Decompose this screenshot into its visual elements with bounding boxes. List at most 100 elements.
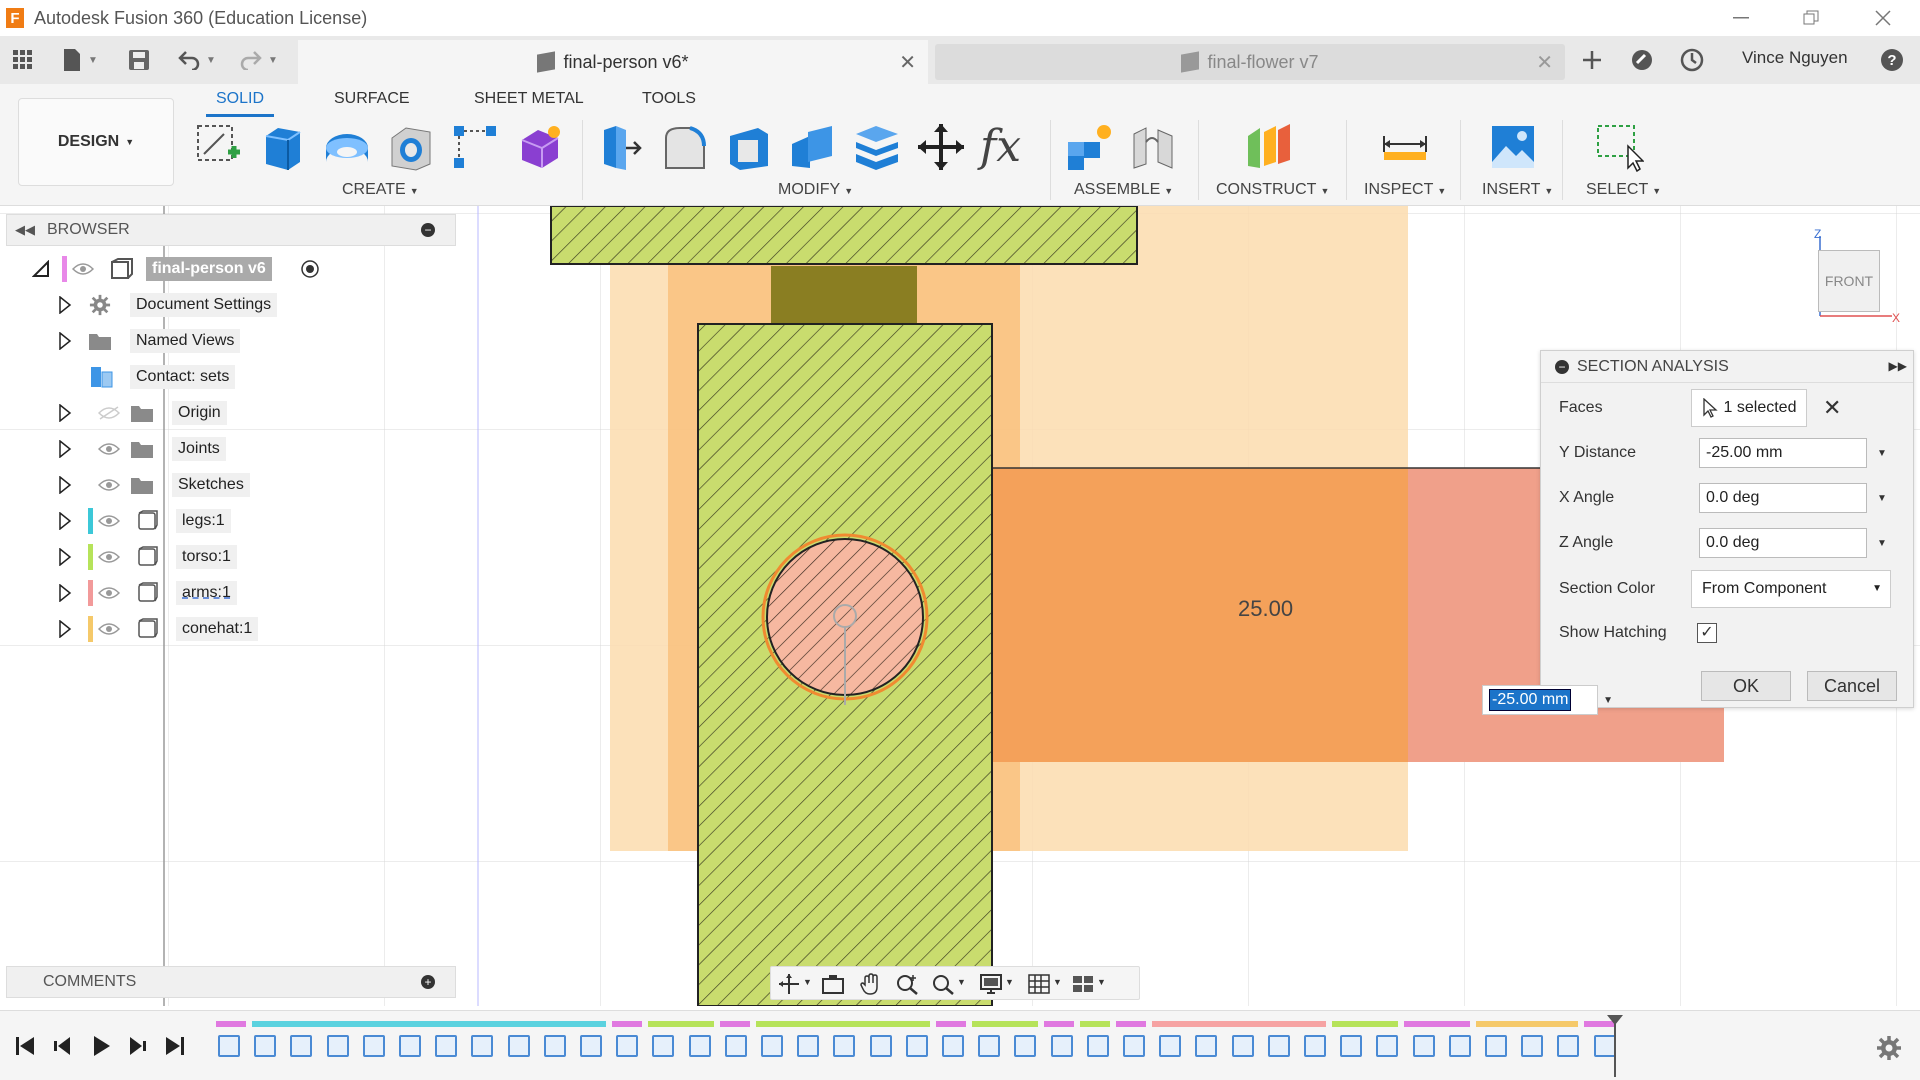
timeline-feature-icon[interactable] bbox=[1159, 1035, 1182, 1057]
tab-final-person[interactable]: final-person v6* ✕ bbox=[298, 40, 928, 84]
browser-header[interactable]: ◀◀ BROWSER − bbox=[6, 214, 456, 246]
timeline-feature-icon[interactable] bbox=[761, 1035, 783, 1057]
timeline-feature-icon[interactable] bbox=[362, 1035, 385, 1057]
section-color-select[interactable]: From Component ▼ bbox=[1691, 570, 1891, 608]
ok-button[interactable]: OK bbox=[1701, 671, 1791, 701]
y-distance-input[interactable]: -25.00 mm bbox=[1699, 438, 1867, 468]
cancel-button[interactable]: Cancel bbox=[1807, 671, 1897, 701]
grid-settings-icon[interactable] bbox=[1027, 973, 1051, 995]
timeline-feature-icon[interactable] bbox=[543, 1035, 566, 1057]
select-icon[interactable] bbox=[1594, 122, 1644, 172]
user-account[interactable]: Vince Nguyen bbox=[1742, 48, 1848, 68]
eye-icon[interactable] bbox=[98, 478, 120, 492]
timeline-feature-icon[interactable] bbox=[254, 1035, 277, 1057]
distance-input-popup[interactable]: -25.00 mm ▼ bbox=[1482, 685, 1613, 715]
pan-hand-icon[interactable] bbox=[859, 973, 883, 995]
eye-icon[interactable] bbox=[98, 586, 120, 600]
joint-icon[interactable] bbox=[1128, 122, 1178, 172]
tab-final-flower[interactable]: final-flower v7 ✕ bbox=[935, 44, 1565, 80]
timeline-feature-icon[interactable] bbox=[1304, 1035, 1326, 1057]
file-menu-button[interactable]: ▼ bbox=[62, 46, 98, 74]
timeline-feature-icon[interactable] bbox=[435, 1035, 458, 1057]
select-menu[interactable]: SELECT ▼ bbox=[1586, 181, 1661, 199]
timeline-feature-icon[interactable] bbox=[978, 1035, 1001, 1057]
timeline-feature-icon[interactable] bbox=[218, 1035, 240, 1057]
combine-icon[interactable] bbox=[788, 122, 838, 172]
timeline-feature-icon[interactable] bbox=[1123, 1035, 1145, 1057]
clear-selection-icon[interactable]: ✕ bbox=[1823, 395, 1841, 421]
create-menu[interactable]: CREATE ▼ bbox=[342, 181, 419, 199]
step-back-icon[interactable] bbox=[50, 1033, 76, 1059]
timeline-feature-icon[interactable] bbox=[1376, 1035, 1399, 1057]
minus-icon[interactable]: − bbox=[421, 223, 435, 237]
eye-icon[interactable] bbox=[98, 442, 120, 456]
browser-item-arms[interactable]: arms:1 bbox=[6, 578, 456, 608]
browser-item-origin[interactable]: Origin bbox=[6, 398, 456, 428]
viewports-icon[interactable] bbox=[1071, 973, 1095, 995]
chevron-down-icon[interactable]: ▼ bbox=[957, 977, 966, 987]
expand-triangle-icon[interactable] bbox=[58, 332, 72, 350]
distance-input-value[interactable]: -25.00 mm bbox=[1489, 689, 1572, 711]
eye-icon[interactable] bbox=[98, 550, 120, 564]
timeline-feature-icon[interactable] bbox=[1485, 1035, 1507, 1057]
timeline-feature-icon[interactable] bbox=[326, 1035, 349, 1057]
form-icon[interactable] bbox=[514, 122, 564, 172]
collapse-icon[interactable]: ◀◀ bbox=[15, 222, 35, 238]
activate-radio-icon[interactable] bbox=[300, 259, 320, 279]
timeline-feature-icon[interactable] bbox=[905, 1035, 928, 1057]
expand-triangle-icon[interactable] bbox=[58, 584, 72, 602]
go-to-start-icon[interactable] bbox=[12, 1033, 38, 1059]
insert-menu[interactable]: INSERT ▼ bbox=[1482, 181, 1553, 199]
collapse-dialog-icon[interactable]: − bbox=[1555, 359, 1569, 374]
chevron-down-icon[interactable]: ▼ bbox=[1603, 695, 1613, 706]
shell-icon[interactable] bbox=[724, 122, 774, 172]
hole-icon[interactable] bbox=[386, 122, 436, 172]
timeline-feature-icon[interactable] bbox=[652, 1035, 675, 1057]
timeline-feature-icon[interactable] bbox=[399, 1035, 421, 1057]
redo-button[interactable]: ▼ bbox=[240, 46, 278, 74]
dialog-header[interactable]: − SECTION ANALYSIS ▶▶ bbox=[1541, 351, 1913, 383]
new-tab-button[interactable] bbox=[1582, 46, 1602, 74]
eye-icon[interactable] bbox=[98, 622, 120, 636]
play-icon[interactable] bbox=[88, 1033, 114, 1059]
eye-hidden-icon[interactable] bbox=[98, 406, 120, 420]
chevron-down-icon[interactable]: ▼ bbox=[803, 977, 812, 987]
browser-item-joints[interactable]: Joints bbox=[6, 434, 456, 464]
expand-triangle-icon[interactable] bbox=[58, 548, 72, 566]
display-settings-icon[interactable] bbox=[979, 973, 1003, 995]
modify-menu[interactable]: MODIFY ▼ bbox=[778, 181, 853, 199]
browser-item-document-settings[interactable]: Document Settings bbox=[6, 290, 456, 320]
step-forward-icon[interactable] bbox=[124, 1033, 150, 1059]
expand-triangle-icon[interactable] bbox=[58, 440, 72, 458]
insert-image-icon[interactable] bbox=[1488, 122, 1538, 172]
expanded-triangle-icon[interactable] bbox=[32, 260, 50, 278]
press-pull-icon[interactable] bbox=[596, 122, 646, 172]
extrude-icon[interactable] bbox=[258, 122, 308, 172]
timeline-feature-icon[interactable] bbox=[688, 1035, 711, 1057]
parameters-button[interactable]: fx bbox=[980, 122, 1030, 172]
add-comment-icon[interactable]: + bbox=[421, 975, 435, 989]
undo-button[interactable]: ▼ bbox=[178, 46, 216, 74]
job-status-button[interactable] bbox=[1680, 46, 1704, 74]
expand-triangle-icon[interactable] bbox=[58, 296, 72, 314]
timeline-feature-icon[interactable] bbox=[869, 1035, 892, 1057]
expand-triangle-icon[interactable] bbox=[58, 404, 72, 422]
zoom-icon[interactable] bbox=[895, 973, 919, 995]
timeline-feature-icon[interactable] bbox=[797, 1035, 820, 1057]
arms-body[interactable] bbox=[992, 468, 1408, 762]
assemble-menu[interactable]: ASSEMBLE ▼ bbox=[1074, 181, 1173, 199]
extensions-button[interactable] bbox=[1630, 46, 1654, 74]
tab-tools[interactable]: TOOLS bbox=[642, 90, 696, 108]
orbit-icon[interactable] bbox=[777, 973, 801, 995]
chevron-down-icon[interactable]: ▼ bbox=[1877, 493, 1887, 504]
timeline-feature-icon[interactable] bbox=[1231, 1035, 1254, 1057]
timeline-feature-icon[interactable] bbox=[1593, 1035, 1616, 1057]
expand-triangle-icon[interactable] bbox=[58, 476, 72, 494]
timeline-feature-icon[interactable] bbox=[1195, 1035, 1218, 1057]
timeline-feature-icon[interactable] bbox=[616, 1035, 639, 1057]
browser-item-named-views[interactable]: Named Views bbox=[6, 326, 456, 356]
neck-body[interactable] bbox=[771, 266, 917, 323]
save-button[interactable] bbox=[128, 46, 150, 74]
timeline-feature-icon[interactable] bbox=[1267, 1035, 1290, 1057]
timeline-settings-icon[interactable] bbox=[1876, 1035, 1902, 1061]
